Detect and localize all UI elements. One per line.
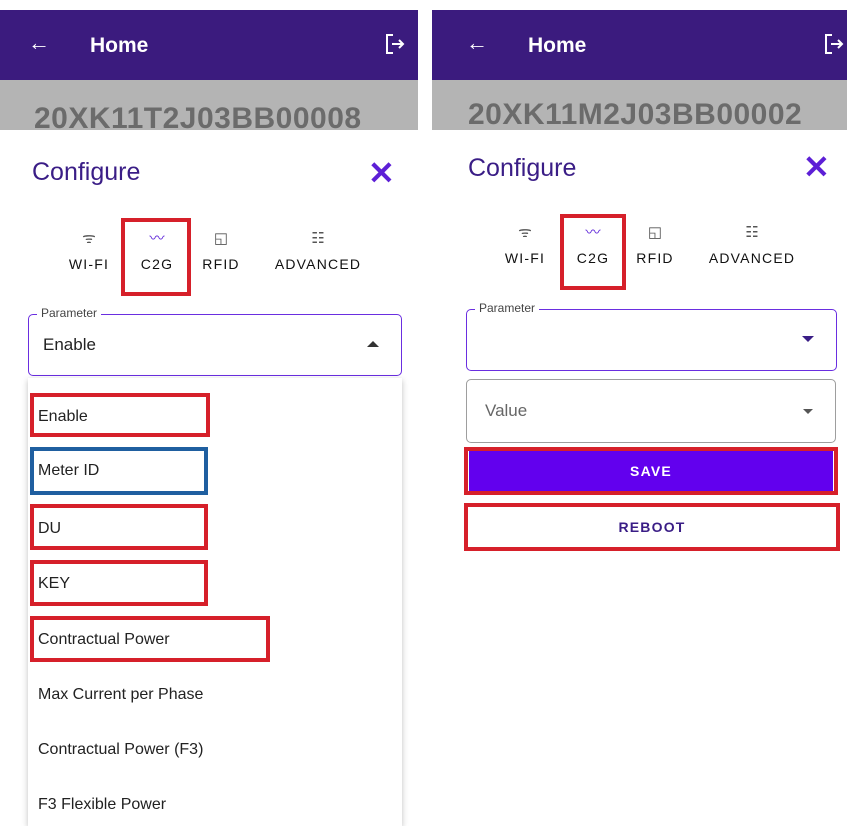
option-key[interactable]: KEY xyxy=(38,575,70,593)
parameter-select[interactable]: Parameter xyxy=(466,301,837,371)
tab-wifi[interactable]: ᯤ WI-FI xyxy=(66,228,112,272)
tab-c2g[interactable]: 〰 C2G xyxy=(564,222,622,266)
sliders-icon: ☷ xyxy=(745,224,759,241)
configure-title: Configure xyxy=(32,158,141,186)
logout-icon[interactable] xyxy=(823,32,845,56)
option-contractual-power-f3[interactable]: Contractual Power (F3) xyxy=(38,741,203,759)
device-serial: 20XK11M2J03BB00002 xyxy=(468,98,803,130)
tab-advanced[interactable]: ☷ ADVANCED xyxy=(702,222,802,266)
parameter-value: Enable xyxy=(43,335,96,354)
app-title: Home xyxy=(528,34,587,57)
rfid-card-icon: ◱ xyxy=(213,230,229,247)
parameter-dropdown-menu: Enable Meter ID DU KEY Contractual Power… xyxy=(28,378,402,826)
tab-label: RFID xyxy=(202,256,240,272)
tab-label: ADVANCED xyxy=(708,250,796,266)
value-select[interactable]: Value xyxy=(466,379,836,443)
close-icon[interactable]: ✕ xyxy=(803,151,830,183)
rfid-card-icon: ◱ xyxy=(647,224,663,241)
trend-line-icon: 〰 xyxy=(149,230,165,247)
tab-label: RFID xyxy=(636,250,674,266)
tab-label: WI-FI xyxy=(504,250,546,266)
wifi-icon: ᯤ xyxy=(82,230,96,247)
sliders-icon: ☷ xyxy=(311,230,325,247)
chevron-up-icon xyxy=(367,341,379,347)
close-icon[interactable]: ✕ xyxy=(368,157,395,189)
app-bar: ← Home xyxy=(0,10,418,80)
tab-advanced[interactable]: ☷ ADVANCED xyxy=(268,228,368,272)
logout-icon[interactable] xyxy=(384,32,406,56)
configure-title: Configure xyxy=(468,154,577,182)
tab-wifi[interactable]: ᯤ WI-FI xyxy=(502,222,548,266)
app-bar: ← Home xyxy=(432,10,847,80)
serial-banner: 20XK11M2J03BB00002 xyxy=(432,80,847,130)
value-placeholder: Value xyxy=(485,401,528,420)
tab-rfid[interactable]: ◱ RFID xyxy=(198,228,244,272)
option-enable[interactable]: Enable xyxy=(38,408,88,426)
wifi-icon: ᯤ xyxy=(518,224,532,241)
option-meter-id[interactable]: Meter ID xyxy=(38,462,99,480)
arrow-left-icon[interactable]: ← xyxy=(28,30,50,56)
option-max-current-per-phase[interactable]: Max Current per Phase xyxy=(38,686,203,704)
parameter-legend: Parameter xyxy=(475,301,540,315)
option-du[interactable]: DU xyxy=(38,520,61,538)
left-screen: ← Home 20XK11T2J03BB00008 Configure ✕ ᯤ … xyxy=(0,0,418,826)
app-title: Home xyxy=(90,34,149,57)
arrow-left-icon[interactable]: ← xyxy=(466,30,488,56)
reboot-button[interactable]: REBOOT xyxy=(469,507,835,547)
parameter-select[interactable]: Parameter Enable xyxy=(28,306,402,376)
serial-banner: 20XK11T2J03BB00008 xyxy=(0,80,418,130)
chevron-down-icon xyxy=(802,336,814,342)
option-contractual-power[interactable]: Contractual Power xyxy=(38,631,170,649)
tab-label: WI-FI xyxy=(68,256,110,272)
option-f3-flexible-power[interactable]: F3 Flexible Power xyxy=(38,796,166,814)
tab-label: ADVANCED xyxy=(274,256,362,272)
save-button[interactable]: SAVE xyxy=(469,451,833,491)
tab-label: C2G xyxy=(140,256,174,272)
trend-line-icon: 〰 xyxy=(585,224,601,241)
device-serial: 20XK11T2J03BB00008 xyxy=(34,102,362,130)
chevron-down-icon xyxy=(803,409,813,414)
tab-label: C2G xyxy=(576,250,610,266)
parameter-legend: Parameter xyxy=(37,306,102,320)
tab-c2g[interactable]: 〰 C2G xyxy=(126,228,188,272)
tab-rfid[interactable]: ◱ RFID xyxy=(632,222,678,266)
